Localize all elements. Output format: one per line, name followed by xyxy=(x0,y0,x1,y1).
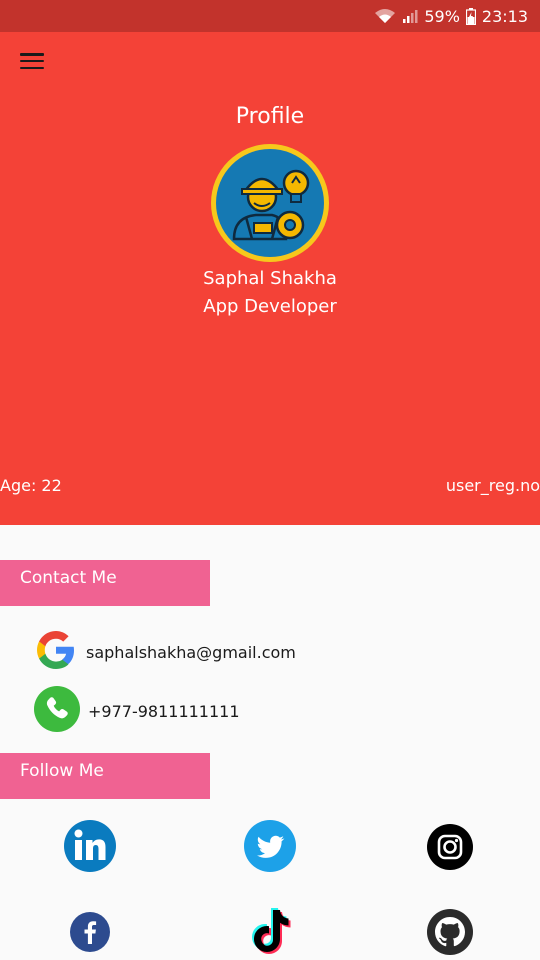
signal-icon xyxy=(402,8,418,24)
page-title: Profile xyxy=(235,104,305,129)
menu-bar xyxy=(20,53,44,56)
battery-icon xyxy=(465,7,476,25)
age-label: Age: 22 xyxy=(0,476,62,495)
tiktok-icon[interactable] xyxy=(247,906,295,958)
clock: 23:13 xyxy=(481,6,528,26)
profile-role: App Developer xyxy=(203,296,337,317)
phone-row[interactable]: +977-9811111111 xyxy=(34,686,240,736)
reg-label: user_reg.no xyxy=(445,476,540,495)
instagram-icon[interactable] xyxy=(426,823,474,871)
avatar xyxy=(211,144,329,262)
email-text: saphalshakha@gmail.com xyxy=(86,642,296,662)
engineer-icon xyxy=(232,169,310,241)
follow-section-title: Follow Me xyxy=(0,753,210,799)
battery-percent: 59% xyxy=(424,6,460,26)
profile-header: Profile Saphal Shakha App Developer Age:… xyxy=(0,32,540,525)
google-icon xyxy=(34,628,78,676)
profile-name: Saphal Shakha xyxy=(203,268,337,289)
contact-section-title: Contact Me xyxy=(0,560,210,606)
github-icon[interactable] xyxy=(426,908,474,956)
status-bar: 59% 23:13 xyxy=(0,0,540,32)
email-row[interactable]: saphalshakha@gmail.com xyxy=(34,628,296,676)
linkedin-icon[interactable] xyxy=(63,819,117,873)
phone-icon xyxy=(34,686,80,736)
menu-button[interactable] xyxy=(18,50,46,72)
facebook-icon[interactable] xyxy=(68,910,112,954)
phone-text: +977-9811111111 xyxy=(88,701,240,721)
twitter-icon[interactable] xyxy=(243,819,297,873)
wifi-icon xyxy=(374,8,396,24)
menu-bar xyxy=(20,66,44,69)
menu-bar xyxy=(20,59,44,63)
